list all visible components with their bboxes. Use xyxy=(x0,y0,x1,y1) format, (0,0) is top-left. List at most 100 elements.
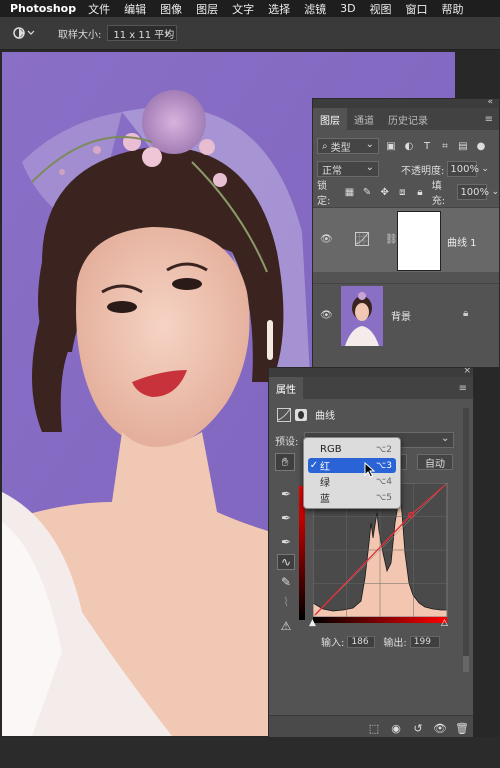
curves-adjustment-icon xyxy=(355,232,369,246)
gray-point-eyedropper-icon[interactable]: ✒︎ xyxy=(277,510,295,526)
channel-option-rgb[interactable]: RGB ⌥2 xyxy=(308,442,396,457)
mouse-cursor-icon xyxy=(364,462,376,478)
tab-history[interactable]: 历史记录 xyxy=(381,108,435,130)
chevron-down-icon[interactable]: ⌄ xyxy=(481,164,489,174)
menu-type[interactable]: 文字 xyxy=(232,1,254,17)
black-slider-icon[interactable]: ▲ xyxy=(309,618,316,628)
blend-mode-value: 正常 xyxy=(322,165,342,177)
opacity-value: 100% xyxy=(450,163,479,175)
fill-field[interactable]: 100% xyxy=(457,184,489,200)
filter-toggle-icon[interactable]: ● xyxy=(475,140,487,152)
collapse-icon[interactable]: « xyxy=(487,97,493,107)
filter-type-icon[interactable]: T xyxy=(421,140,433,152)
blend-mode-select[interactable]: 正常 ⌄ xyxy=(317,161,379,177)
layer-mask-thumbnail[interactable] xyxy=(397,211,441,271)
smooth-curve-icon[interactable]: ⌇ xyxy=(277,594,295,610)
channel-option-shortcut: ⌥2 xyxy=(375,444,392,455)
tab-channels[interactable]: 通道 xyxy=(347,108,381,130)
panel-menu-icon[interactable]: ≡ xyxy=(459,377,467,399)
sample-size-value: 11 x 11 平均 xyxy=(113,29,175,41)
toggle-visibility-icon[interactable]: 👁︎ xyxy=(429,722,451,735)
lock-icon: 🔒︎ xyxy=(463,308,469,319)
chevron-down-icon[interactable]: ⌄ xyxy=(491,187,499,197)
menu-3d[interactable]: 3D xyxy=(340,2,355,15)
properties-tabs: 属性 ≡ xyxy=(269,377,473,399)
delete-icon[interactable]: 🗑︎ xyxy=(451,722,473,735)
black-point-eyedropper-icon[interactable]: ✒︎ xyxy=(277,486,295,502)
menu-view[interactable]: 视图 xyxy=(370,1,392,17)
visibility-eye-icon[interactable]: 👁︎ xyxy=(320,234,333,245)
menu-image[interactable]: 图像 xyxy=(160,1,182,17)
filter-smart-object-icon[interactable]: ▤ xyxy=(457,140,469,152)
menu-layer[interactable]: 图层 xyxy=(196,1,218,17)
channel-option-label: 蓝 xyxy=(320,494,330,505)
input-output-row: 输入: 186 输出: 199 xyxy=(321,634,440,649)
lock-artboard-icon[interactable]: ⧈ xyxy=(397,186,409,198)
layer-filter-value: 类型 xyxy=(330,142,351,154)
white-slider-icon[interactable]: △ xyxy=(441,618,448,628)
preset-label: 预设: xyxy=(275,436,299,448)
chain-link-icon[interactable]: ⛓︎ xyxy=(385,234,398,245)
mask-icon[interactable] xyxy=(295,408,307,421)
panel-menu-icon[interactable]: ≡ xyxy=(485,108,493,130)
lock-row: 锁定: ▦ ✎ ✥ ⧈ 🔒︎ 填充: 100% ⌄ xyxy=(317,181,499,207)
tab-properties[interactable]: 属性 xyxy=(269,377,303,399)
menu-help[interactable]: 帮助 xyxy=(442,1,464,17)
channel-option-blue[interactable]: 蓝 ⌥5 xyxy=(308,490,396,506)
clipping-warning-icon[interactable]: ⚠︎ xyxy=(277,618,295,634)
layers-panel-header: « xyxy=(313,97,499,108)
clip-to-layer-icon[interactable]: ⬚ xyxy=(363,722,385,735)
view-previous-state-icon[interactable]: ◉ xyxy=(385,722,407,735)
lock-label: 锁定: xyxy=(317,181,331,207)
reset-icon[interactable]: ↺ xyxy=(407,722,429,735)
tool-preset-picker[interactable] xyxy=(8,22,38,44)
lock-image-icon[interactable]: ✎ xyxy=(361,186,373,198)
menu-select[interactable]: 选择 xyxy=(268,1,290,17)
checkmark-icon: ✓ xyxy=(309,460,319,471)
opacity-field[interactable]: 100% xyxy=(447,161,479,177)
properties-panel: × 属性 ≡ 曲线 预设: ⌄ ✋︎ 自动 ✒︎ ✒︎ ✒︎ ∿ ✎ ⌇ ⚠︎ xyxy=(268,366,474,741)
layer-name-curves[interactable]: 曲线 1 xyxy=(447,234,477,249)
on-image-adjust-tool[interactable]: ✋︎ xyxy=(275,453,295,471)
output-field[interactable]: 199 xyxy=(409,635,440,648)
menu-window[interactable]: 窗口 xyxy=(406,1,428,17)
app-menu[interactable]: Photoshop xyxy=(10,2,76,15)
menu-edit[interactable]: 编辑 xyxy=(124,1,146,17)
lock-position-icon[interactable]: ✥ xyxy=(379,186,391,198)
menu-filter[interactable]: 滤镜 xyxy=(304,1,326,17)
auto-button[interactable]: 自动 xyxy=(417,454,453,470)
input-field[interactable]: 186 xyxy=(347,635,376,648)
layer-filter-row: ⌕ 类型 ⌄ ▣ ◐ T ⌗ ▤ ● xyxy=(317,138,499,154)
chevron-down-icon: ⌄ xyxy=(365,162,374,173)
layer-row-background[interactable]: 👁︎ 背景 🔒︎ xyxy=(313,283,499,348)
fill-label: 填充: xyxy=(431,181,446,207)
sample-size-select[interactable]: 11 x 11 平均 xyxy=(107,25,178,41)
properties-panel-header: × xyxy=(269,366,473,377)
collapse-icon[interactable]: × xyxy=(463,366,471,376)
channel-option-green[interactable]: 绿 ⌥4 xyxy=(308,474,396,490)
layer-row-curves[interactable]: 👁︎ ⛓︎ 曲线 1 xyxy=(313,207,499,272)
filter-adjustment-icon[interactable]: ◐ xyxy=(403,140,415,152)
search-icon: ⌕ xyxy=(322,140,328,152)
adjustment-header: 曲线 xyxy=(277,407,473,422)
pencil-draw-icon[interactable]: ✎ xyxy=(277,574,295,590)
input-label: 输入: xyxy=(321,638,345,649)
visibility-eye-icon[interactable]: 👁︎ xyxy=(320,310,333,321)
output-value: 199 xyxy=(413,636,431,647)
channel-option-label: RGB xyxy=(320,444,342,455)
filter-shape-icon[interactable]: ⌗ xyxy=(439,140,451,152)
white-point-eyedropper-icon[interactable]: ✒︎ xyxy=(277,534,295,550)
input-gradient-bar xyxy=(313,617,447,623)
tab-layers[interactable]: 图层 xyxy=(313,108,347,130)
menu-file[interactable]: 文件 xyxy=(88,1,110,17)
lock-transparent-icon[interactable]: ▦ xyxy=(344,186,356,198)
input-value: 186 xyxy=(351,636,369,647)
channel-option-red[interactable]: ✓ 红 ⌥3 xyxy=(308,458,396,473)
curve-point-tool-icon[interactable]: ∿ xyxy=(277,554,295,570)
channel-option-label: 红 xyxy=(320,462,330,473)
properties-scrollbar[interactable] xyxy=(463,408,469,672)
lock-all-icon[interactable]: 🔒︎ xyxy=(414,186,426,198)
layer-filter-select[interactable]: ⌕ 类型 ⌄ xyxy=(317,138,379,154)
filter-pixel-icon[interactable]: ▣ xyxy=(385,140,397,152)
layer-name-background[interactable]: 背景 xyxy=(391,308,411,323)
